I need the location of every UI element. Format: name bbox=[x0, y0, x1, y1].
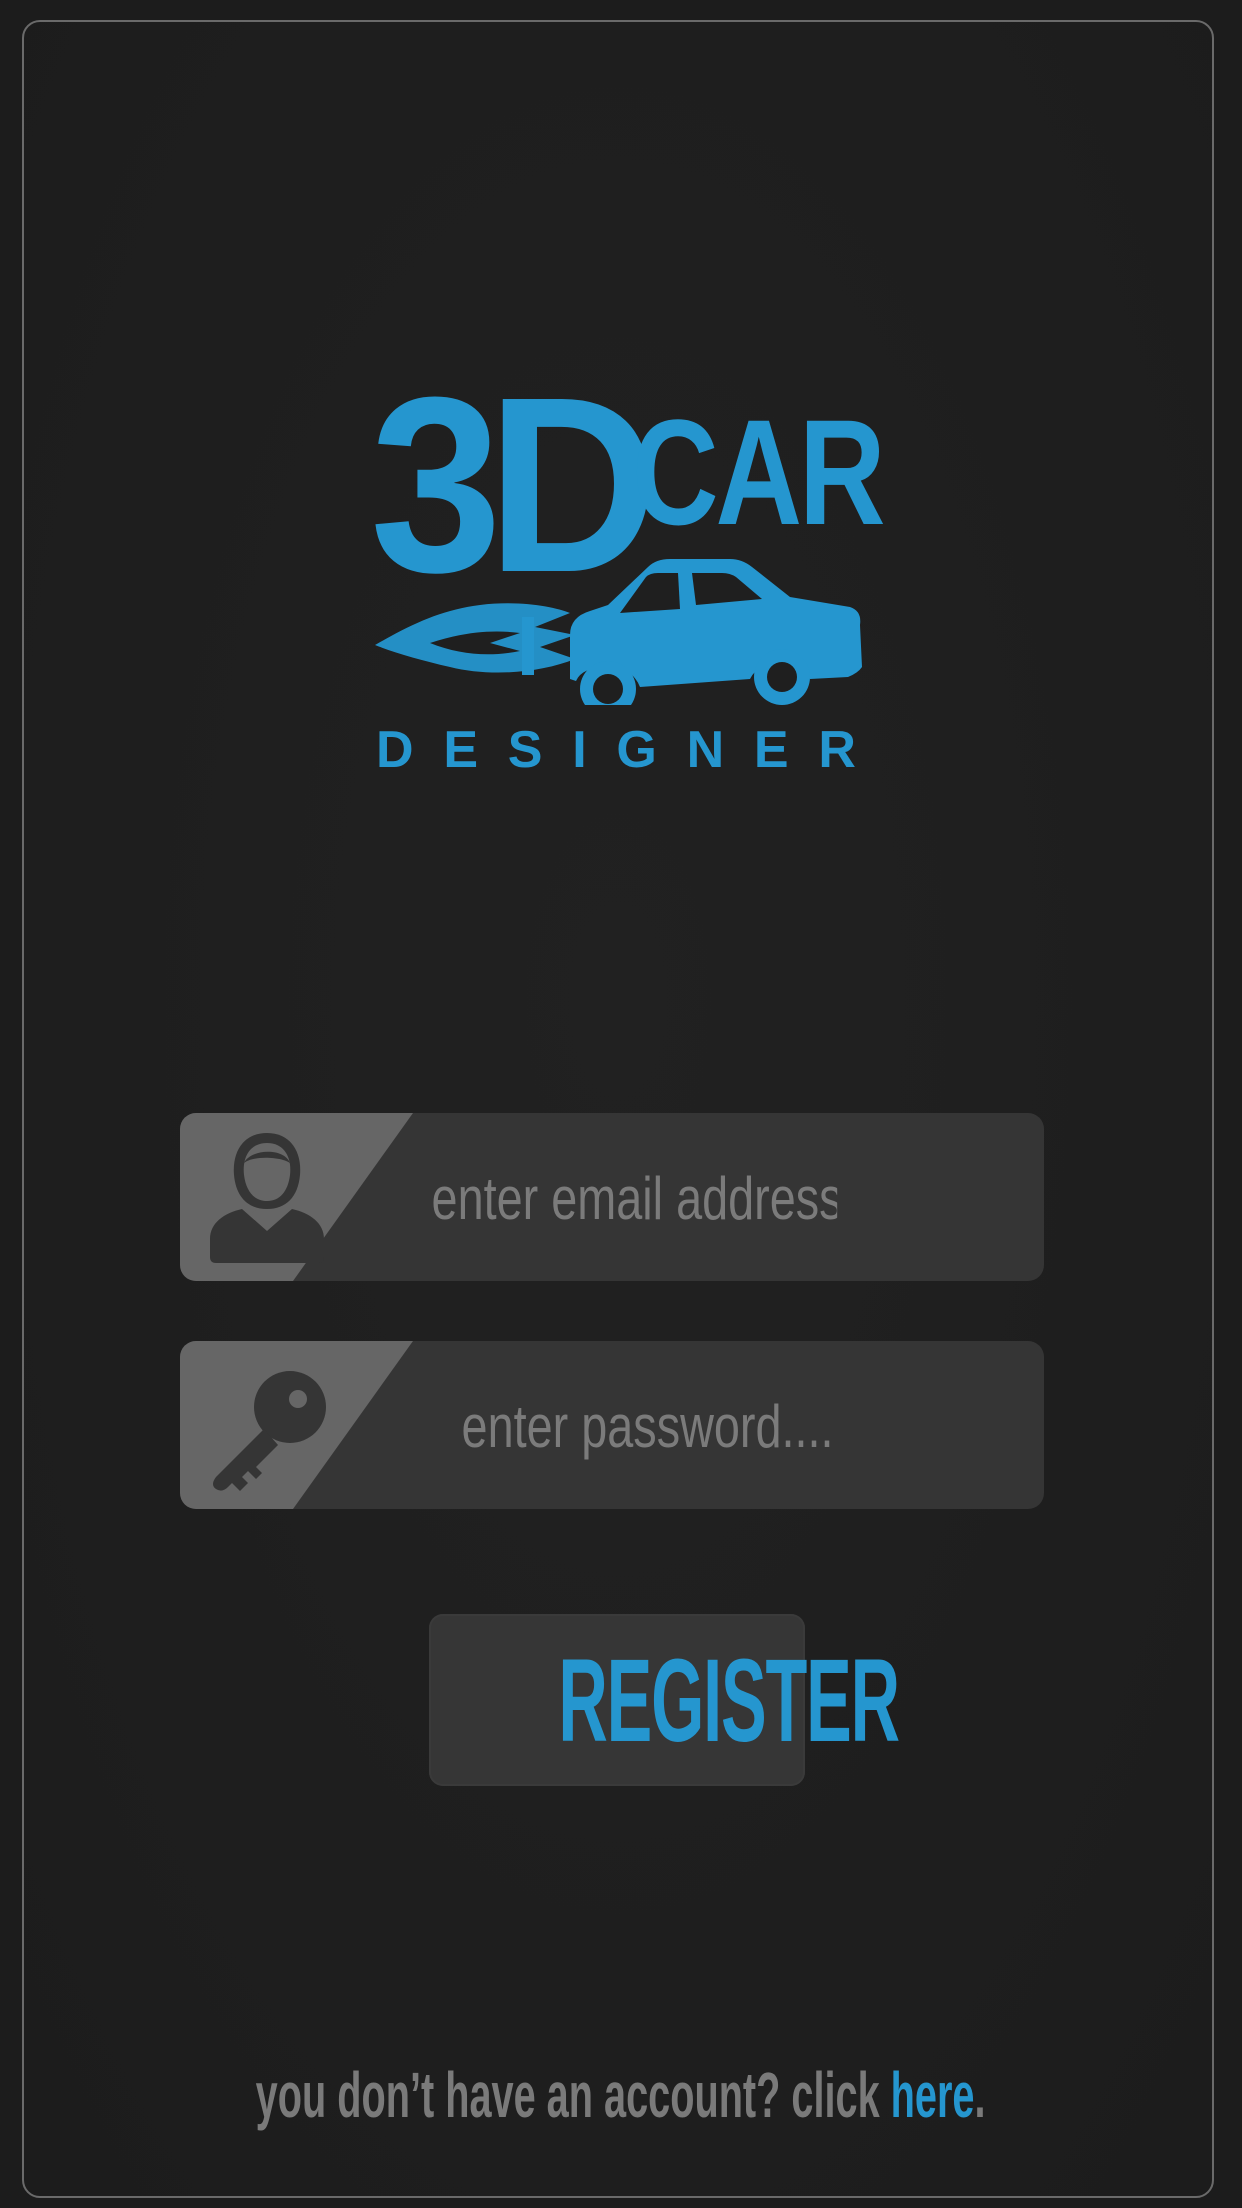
car-icon bbox=[375, 559, 862, 705]
footer-signup-prompt: you don’t have an account? click here. bbox=[0, 2055, 1242, 2135]
key-icon bbox=[213, 1371, 326, 1491]
logo-designer-text: D E S I G N E R bbox=[376, 720, 856, 780]
logo-letter: G bbox=[616, 721, 657, 779]
logo-letter: D bbox=[376, 721, 414, 779]
logo-car-text: CAR bbox=[632, 388, 886, 556]
password-input[interactable] bbox=[460, 1341, 869, 1509]
app-logo: 3D CAR D E S I G N E R bbox=[370, 360, 886, 780]
email-input[interactable] bbox=[430, 1113, 839, 1281]
password-field[interactable] bbox=[180, 1341, 1044, 1509]
signup-link[interactable]: here bbox=[891, 2059, 975, 2131]
logo-letter: S bbox=[507, 721, 543, 779]
footer-suffix: . bbox=[974, 2059, 986, 2131]
email-field[interactable] bbox=[180, 1113, 1044, 1281]
logo-letter: N bbox=[686, 721, 725, 779]
user-icon bbox=[210, 1133, 324, 1263]
footer-text: you don’t have an account? click here. bbox=[256, 2055, 986, 2135]
register-button[interactable]: REGISTER bbox=[429, 1614, 900, 1786]
logo-letter: E bbox=[443, 721, 478, 779]
logo-letter: E bbox=[753, 721, 789, 779]
logo-letter: I bbox=[572, 721, 587, 779]
register-button-label: REGISTER bbox=[558, 1635, 900, 1767]
logo-letter: R bbox=[818, 721, 856, 779]
footer-prefix: you don’t have an account? click bbox=[256, 2059, 892, 2131]
